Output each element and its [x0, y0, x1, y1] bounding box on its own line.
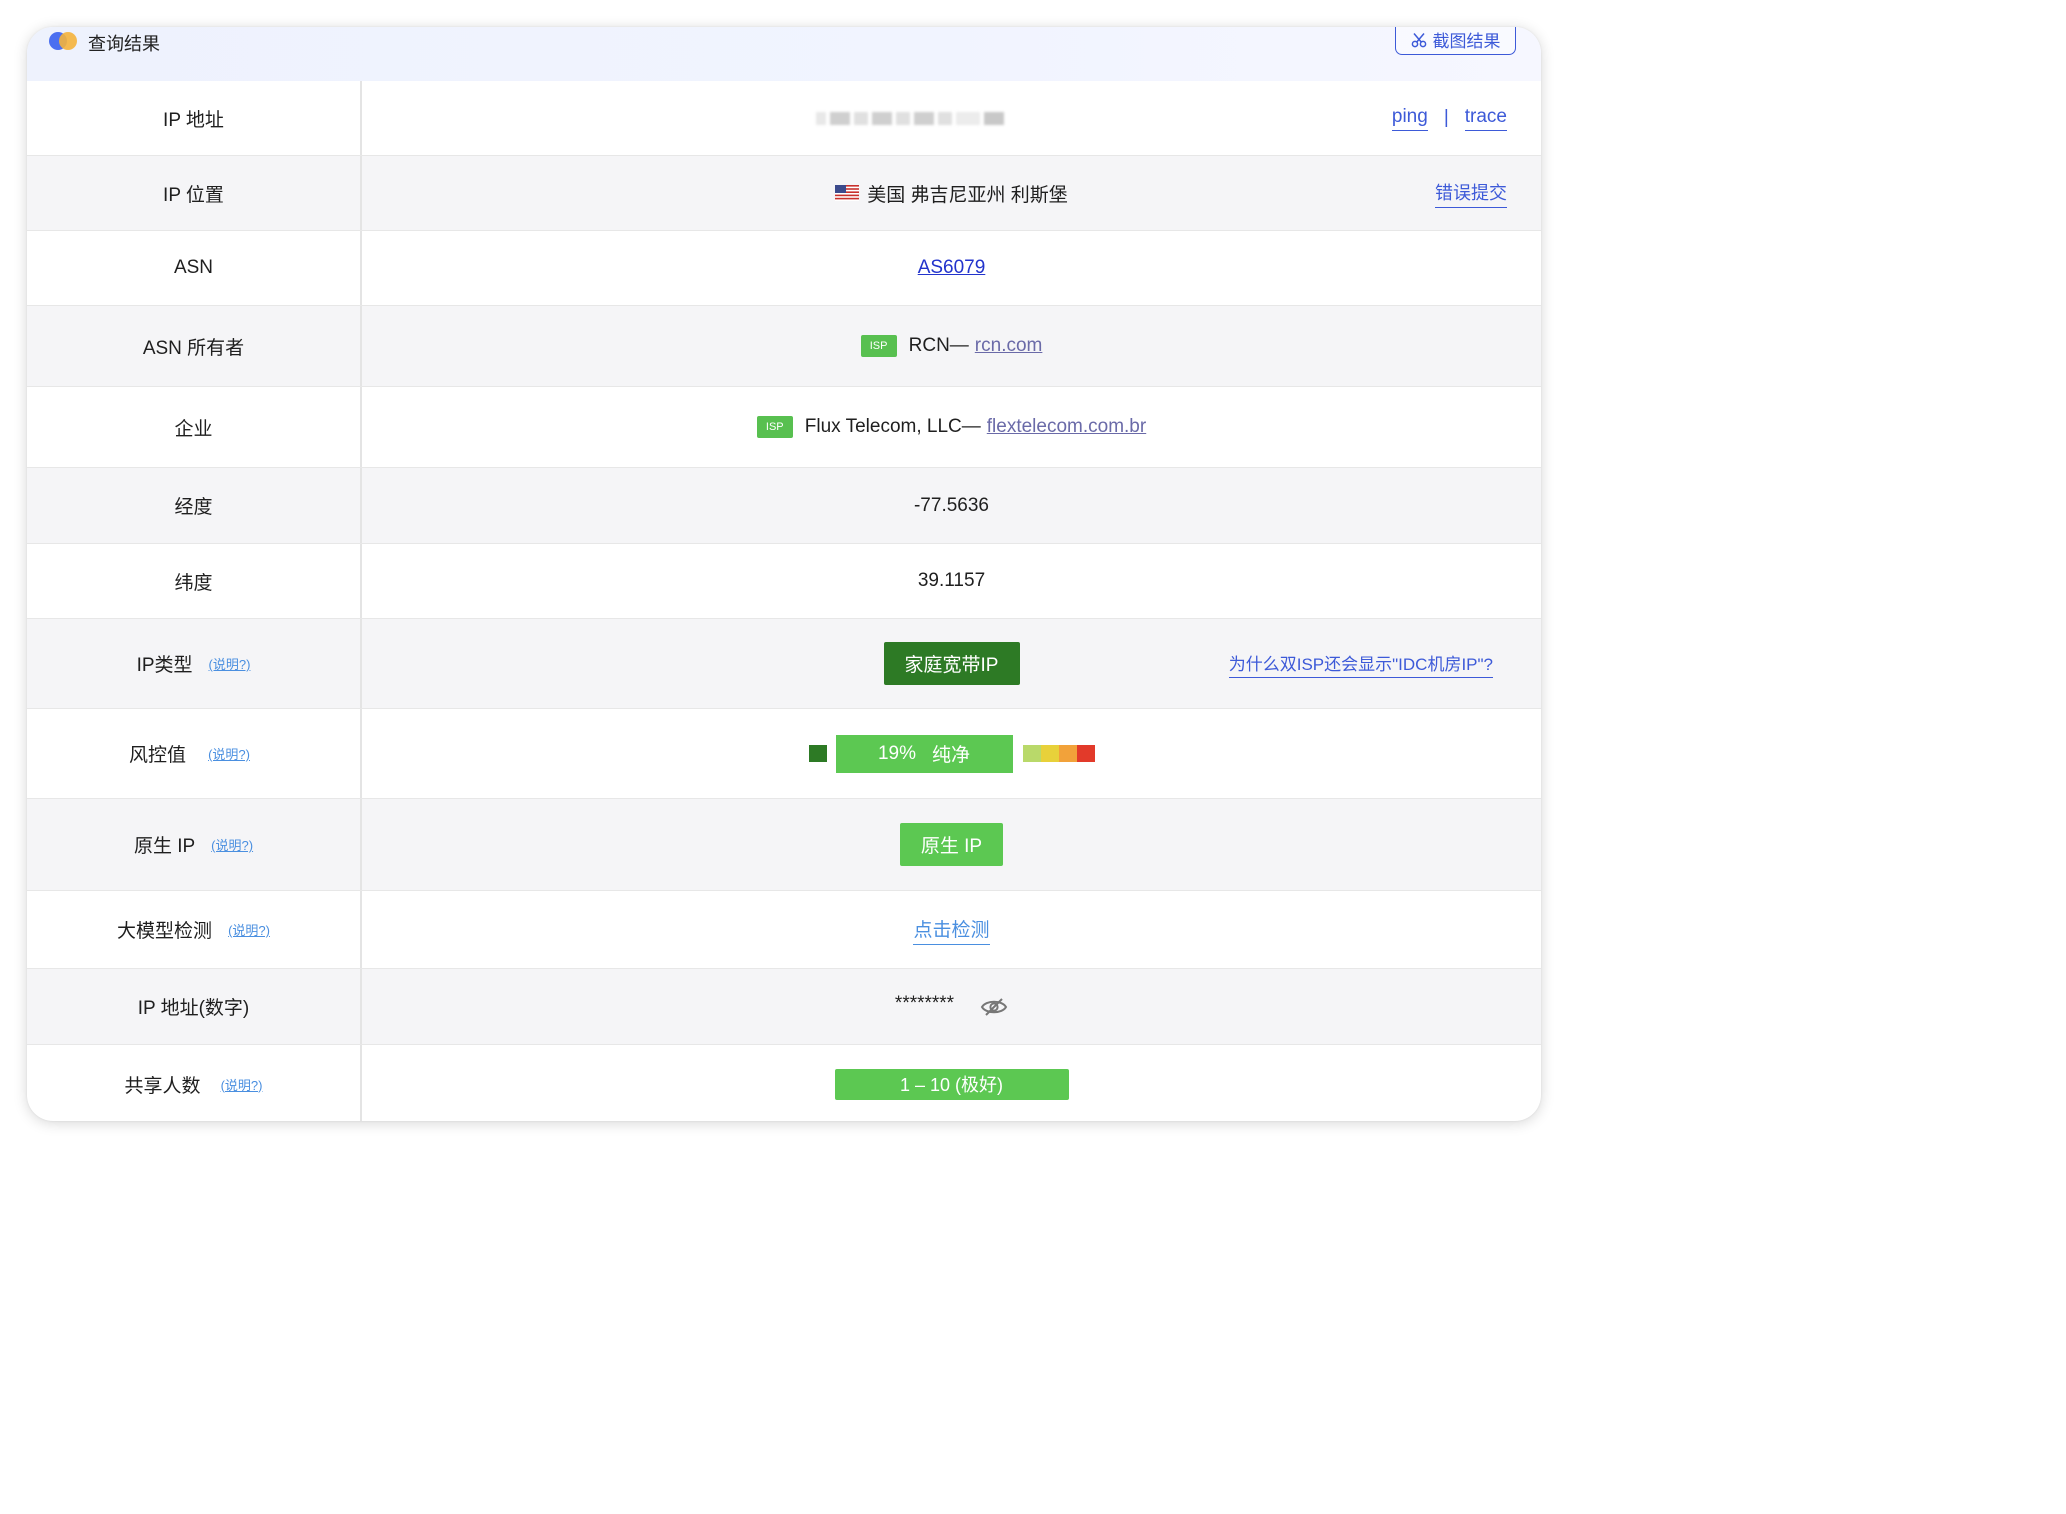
ping-link[interactable]: ping — [1391, 106, 1428, 131]
screenshot-button-label: 截图结果 — [1432, 32, 1501, 51]
risk-score-bar: 19% 纯净 — [835, 734, 1013, 773]
row-label: 大模型检测 (说明?) — [27, 891, 362, 968]
row-native-ip: 原生 IP (说明?) 原生 IP — [27, 799, 1541, 891]
longitude-value: -77.5636 — [913, 494, 989, 516]
help-link[interactable]: (说明?) — [208, 744, 250, 763]
company-name: Flux Telecom, LLC— — [804, 416, 981, 437]
row-llm-detect: 大模型检测 (说明?) 点击检测 — [27, 891, 1541, 969]
risk-percent: 19% — [877, 742, 916, 764]
risk-scale-step-2 — [1040, 745, 1059, 762]
shared-users-bar: 1 – 10 (极好) — [834, 1068, 1069, 1100]
risk-scale — [1022, 745, 1095, 762]
asn-owner-value: ISP RCN— rcn.com — [362, 306, 1541, 386]
latitude-value: 39.1157 — [917, 570, 986, 591]
masked-ip: ******** — [894, 992, 955, 1014]
risk-indicator-icon — [808, 745, 827, 762]
native-ip-tag: 原生 IP — [900, 823, 1003, 866]
row-label: IP 地址(数字) — [27, 969, 362, 1044]
risk-scale-step-3 — [1058, 745, 1077, 762]
row-label: 原生 IP (说明?) — [27, 799, 362, 890]
company-value: ISP Flux Telecom, LLC— flextelecom.com.b… — [362, 387, 1541, 467]
row-label: ASN — [27, 231, 362, 305]
risk-score-value: 19% 纯净 — [362, 709, 1541, 798]
asn-value: AS6079 — [362, 231, 1541, 305]
owner-domain-link[interactable]: rcn.com — [975, 335, 1043, 357]
asn-link[interactable]: AS6079 — [918, 257, 986, 279]
blurred-ip — [815, 111, 1008, 125]
link-separator: | — [1443, 107, 1449, 128]
row-ip-type: IP类型 (说明?) 家庭宽带IP 为什么双ISP还会显示"IDC机房IP"? — [27, 619, 1541, 709]
ip-type-question-link[interactable]: 为什么双ISP还会显示"IDC机房IP"? — [1228, 650, 1493, 678]
row-label: 纬度 — [27, 544, 362, 618]
row-shared-users: 共享人数 (说明?) 1 – 10 (极好) — [27, 1045, 1541, 1121]
row-label: IP 地址 — [27, 81, 362, 155]
risk-scale-step-4 — [1076, 745, 1095, 762]
result-card: 查询结果 截图结果 IP 地址 ping | trace IP 位置 美国 弗吉… — [27, 27, 1541, 1121]
ip-location-value: 美国 弗吉尼亚州 利斯堡 — [362, 156, 1541, 230]
row-ip-location: IP 位置 美国 弗吉尼亚州 利斯堡 错误提交 — [27, 156, 1541, 231]
owner-name: RCN— — [908, 335, 969, 356]
native-ip-value: 原生 IP — [362, 799, 1541, 890]
row-label: IP 位置 — [27, 156, 362, 230]
risk-scale-step-1 — [1022, 745, 1041, 762]
trace-link[interactable]: trace — [1464, 106, 1507, 131]
row-asn-owner: ASN 所有者 ISP RCN— rcn.com — [27, 306, 1541, 387]
page-title: 查询结果 — [88, 34, 160, 54]
row-ip-address: IP 地址 ping | trace — [27, 81, 1541, 156]
help-link[interactable]: (说明?) — [221, 1075, 263, 1094]
shared-users-value: 1 – 10 (极好) — [362, 1045, 1541, 1121]
risk-status: 纯净 — [932, 745, 971, 766]
row-label: 风控值 (说明?) — [27, 709, 362, 798]
row-ip-numeric: IP 地址(数字) ******** — [27, 969, 1541, 1045]
help-link[interactable]: (说明?) — [209, 654, 251, 673]
scissors-icon — [1411, 32, 1426, 47]
row-company: 企业 ISP Flux Telecom, LLC— flextelecom.co… — [27, 387, 1541, 468]
row-label: IP类型 (说明?) — [27, 619, 362, 708]
us-flag-icon — [835, 185, 860, 201]
eye-off-icon[interactable] — [980, 996, 1008, 1018]
llm-detect-link[interactable]: 点击检测 — [913, 915, 990, 945]
row-asn: ASN AS6079 — [27, 231, 1541, 306]
ip-type-tag: 家庭宽带IP — [883, 642, 1020, 685]
isp-badge: ISP — [756, 416, 793, 438]
row-label: 共享人数 (说明?) — [27, 1045, 362, 1121]
screenshot-button[interactable]: 截图结果 — [1395, 27, 1516, 55]
company-domain-link[interactable]: flextelecom.com.br — [987, 416, 1146, 438]
row-risk-score: 风控值 (说明?) 19% 纯净 — [27, 709, 1541, 799]
ip-numeric-value: ******** — [362, 969, 1541, 1044]
card-header: 查询结果 截图结果 — [27, 27, 1541, 81]
row-longitude: 经度 -77.5636 — [27, 468, 1541, 544]
row-label: 企业 — [27, 387, 362, 467]
llm-detect-value: 点击检测 — [362, 891, 1541, 968]
row-label: 经度 — [27, 468, 362, 543]
location-text: 美国 弗吉尼亚州 利斯堡 — [867, 184, 1068, 206]
row-latitude: 纬度 39.1157 — [27, 544, 1541, 619]
ip-type-question-container: 为什么双ISP还会显示"IDC机房IP"? — [1228, 619, 1493, 708]
row-label: ASN 所有者 — [27, 306, 362, 386]
help-link[interactable]: (说明?) — [228, 920, 270, 939]
ip-actions: ping | trace — [1391, 81, 1507, 155]
report-error-container: 错误提交 — [1435, 156, 1507, 230]
report-error-link[interactable]: 错误提交 — [1435, 179, 1507, 208]
isp-badge: ISP — [860, 335, 897, 357]
result-table: IP 地址 ping | trace IP 位置 美国 弗吉尼亚州 利斯堡 错误… — [27, 81, 1541, 1121]
help-link[interactable]: (说明?) — [211, 835, 253, 854]
ip-address-value — [362, 81, 1541, 155]
logo-icon — [49, 32, 79, 50]
